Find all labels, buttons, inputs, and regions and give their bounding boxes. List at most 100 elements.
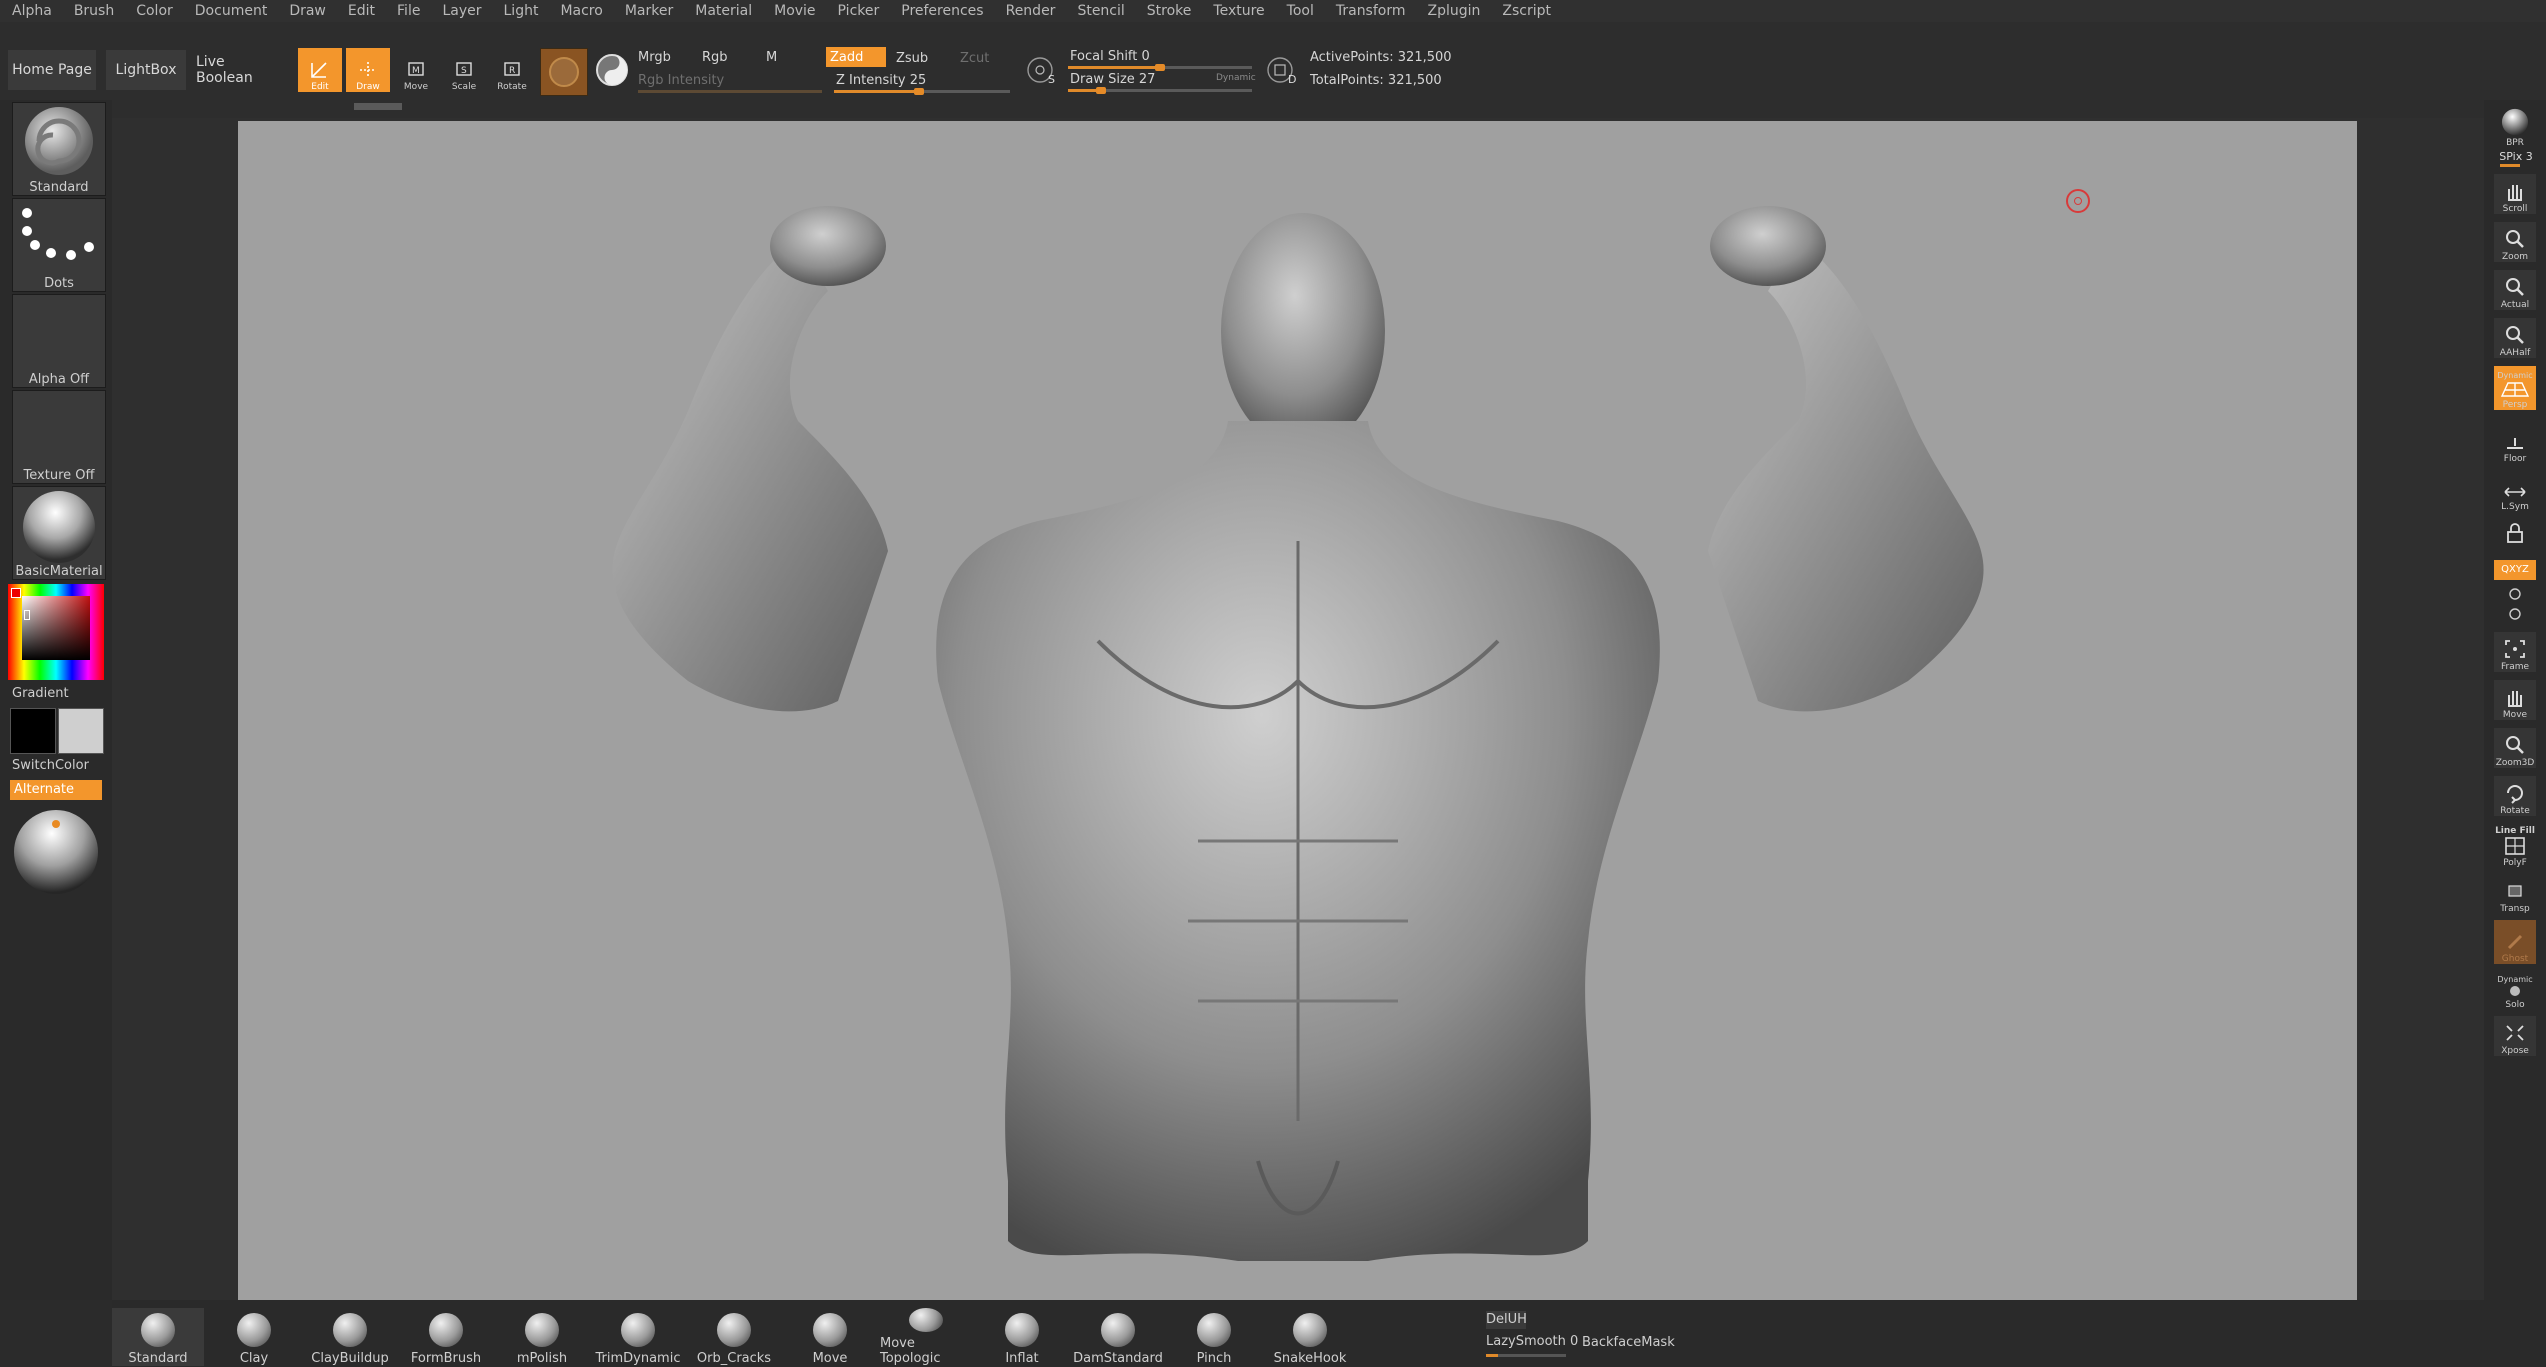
brush-standard[interactable]: Standard	[112, 1308, 204, 1366]
menu-item-stroke[interactable]: Stroke	[1136, 0, 1203, 22]
draw-size-slider[interactable]	[1068, 87, 1252, 94]
d-button[interactable]: D	[1264, 52, 1300, 88]
menu-item-picker[interactable]: Picker	[827, 0, 891, 22]
lock-button[interactable]	[2494, 516, 2536, 546]
mesh-dial-icon: D	[1267, 57, 1296, 86]
rotate-button[interactable]: R Rotate	[490, 48, 534, 92]
transp-button[interactable]: Transp	[2494, 874, 2536, 914]
menu-item-zplugin[interactable]: Zplugin	[1417, 0, 1492, 22]
polyf-button[interactable]: Line Fill PolyF	[2494, 822, 2536, 868]
menu-item-transform[interactable]: Transform	[1325, 0, 1417, 22]
rotation-axis-icons[interactable]	[2504, 584, 2526, 624]
menu-item-zscript[interactable]: Zscript	[1491, 0, 1562, 22]
lazy-smooth-slider[interactable]: LazySmooth 0	[1486, 1334, 1578, 1357]
scroll-button[interactable]: Scroll	[2494, 174, 2536, 214]
svg-text:S: S	[461, 66, 467, 76]
solo-button[interactable]: Dynamic Solo	[2494, 966, 2536, 1010]
menu-item-light[interactable]: Light	[493, 0, 550, 22]
persp-button[interactable]: Dynamic Persp	[2494, 366, 2536, 410]
document-canvas[interactable]	[238, 121, 2357, 1300]
backface-mask-toggle[interactable]: BackfaceMask	[1582, 1335, 1675, 1350]
menu-item-movie[interactable]: Movie	[763, 0, 826, 22]
brush-move-topologic[interactable]: Move Topologic	[880, 1308, 972, 1366]
brush-clay[interactable]: Clay	[208, 1308, 300, 1366]
menu-item-marker[interactable]: Marker	[614, 0, 684, 22]
bpr-button[interactable]: BPR	[2494, 108, 2536, 148]
spix-slider[interactable]: SPix 3	[2494, 150, 2538, 168]
brush-trimdynamic[interactable]: TrimDynamic	[592, 1308, 684, 1366]
brush-damstandard[interactable]: DamStandard	[1072, 1308, 1164, 1366]
xpose-button[interactable]: Xpose	[2494, 1016, 2536, 1056]
home-page-button[interactable]: Home Page	[8, 50, 96, 90]
ghost-button[interactable]: Ghost	[2494, 920, 2536, 964]
brush-mpolish[interactable]: mPolish	[496, 1308, 588, 1366]
live-boolean-button[interactable]: Live Boolean	[196, 50, 284, 90]
mrgb-toggle[interactable]: Mrgb	[638, 50, 671, 65]
brush-move[interactable]: Move	[784, 1308, 876, 1366]
menu-item-document[interactable]: Document	[184, 0, 279, 22]
stroke-label: Dots	[44, 276, 74, 291]
move-button[interactable]: M Move	[394, 48, 438, 92]
rotate-view-button[interactable]: Rotate	[2494, 776, 2536, 816]
canvas-scrollbar[interactable]	[354, 103, 402, 110]
brush-pinch[interactable]: Pinch	[1168, 1308, 1260, 1366]
menu-item-layer[interactable]: Layer	[431, 0, 492, 22]
menu-item-color[interactable]: Color	[125, 0, 184, 22]
menu-item-draw[interactable]: Draw	[278, 0, 337, 22]
zcut-button[interactable]: Zcut	[960, 51, 989, 66]
secondary-color-swatch[interactable]	[58, 708, 104, 754]
line-fill-label: Line Fill	[2495, 826, 2535, 836]
main-color-swatch[interactable]	[10, 708, 56, 754]
zsub-button[interactable]: Zsub	[896, 51, 928, 66]
edit-button[interactable]: Edit	[298, 48, 342, 92]
color-picker[interactable]	[8, 584, 104, 680]
brush-claybuildup[interactable]: ClayBuildup	[304, 1308, 396, 1366]
brush-orb-cracks[interactable]: Orb_Cracks	[688, 1308, 780, 1366]
spotlight-toggle[interactable]	[592, 50, 632, 90]
menu-item-texture[interactable]: Texture	[1202, 0, 1275, 22]
rgb-toggle[interactable]: Rgb	[702, 50, 728, 65]
lsym-label: L.Sym	[2501, 502, 2529, 512]
draw-button[interactable]: Draw	[346, 48, 390, 92]
local-symmetry-button[interactable]: L.Sym	[2494, 472, 2536, 512]
current-material-swatch[interactable]	[540, 48, 588, 96]
menu-item-render[interactable]: Render	[995, 0, 1067, 22]
zoom3d-button[interactable]: Zoom3D	[2494, 728, 2536, 768]
menu-item-stencil[interactable]: Stencil	[1066, 0, 1135, 22]
menu-item-file[interactable]: File	[386, 0, 431, 22]
dynamic-toggle[interactable]: Dynamic	[1216, 73, 1256, 83]
brush-snakehook[interactable]: SnakeHook	[1264, 1308, 1356, 1366]
menu-item-material[interactable]: Material	[684, 0, 763, 22]
menu-item-brush[interactable]: Brush	[63, 0, 125, 22]
brush-label: ClayBuildup	[311, 1351, 389, 1366]
move-view-button[interactable]: Move	[2494, 680, 2536, 720]
focal-shift-slider[interactable]	[1068, 64, 1252, 71]
xyz-toggle[interactable]: QXYZ	[2494, 560, 2536, 580]
alternate-button[interactable]: Alternate	[10, 780, 102, 800]
ghost-label: Ghost	[2501, 954, 2529, 964]
menu-item-macro[interactable]: Macro	[549, 0, 613, 22]
menu-item-tool[interactable]: Tool	[1276, 0, 1325, 22]
del-uh-button[interactable]: DelUH	[1486, 1311, 1527, 1329]
frame-button[interactable]: Frame	[2494, 632, 2536, 672]
z-intensity-slider[interactable]	[834, 88, 1010, 95]
floor-button[interactable]: Floor	[2494, 424, 2536, 464]
scale-button[interactable]: S Scale	[442, 48, 486, 92]
brush-formbrush[interactable]: FormBrush	[400, 1308, 492, 1366]
m-toggle[interactable]: M	[766, 50, 777, 65]
navigation-sphere[interactable]	[10, 806, 102, 898]
s-radial-button[interactable]: S	[1024, 52, 1060, 88]
switch-color-button[interactable]: SwitchColor	[12, 758, 106, 773]
actual-button[interactable]: Actual	[2494, 270, 2536, 310]
aahalf-button[interactable]: AAHalf	[2494, 318, 2536, 358]
zoom-button[interactable]: Zoom	[2494, 222, 2536, 262]
rgb-intensity-slider[interactable]	[638, 90, 822, 93]
zadd-button[interactable]: Zadd	[826, 47, 886, 67]
menu-item-edit[interactable]: Edit	[337, 0, 386, 22]
brush-inflat[interactable]: Inflat	[976, 1308, 1068, 1366]
lightbox-button[interactable]: LightBox	[106, 50, 186, 90]
color-square[interactable]	[22, 596, 90, 660]
symmetry-arrows-icon	[2504, 487, 2526, 497]
menu-item-alpha[interactable]: Alpha	[0, 0, 63, 22]
menu-item-preferences[interactable]: Preferences	[890, 0, 994, 22]
